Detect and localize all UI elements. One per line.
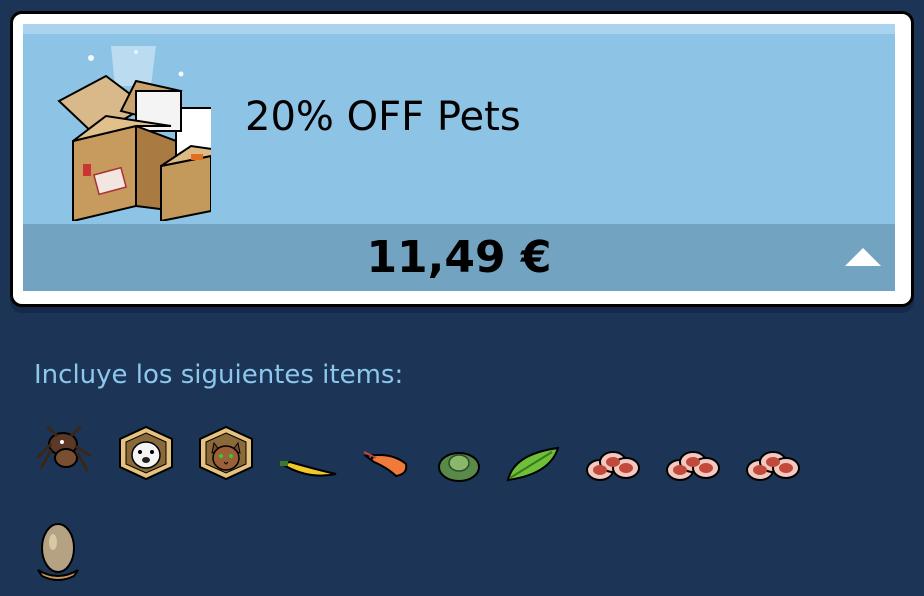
offer-card-face: 20% OFF Pets 11,49 €	[23, 24, 895, 291]
ham-slices-icon[interactable]	[664, 446, 722, 484]
includes-label: Incluye los siguientes items:	[34, 360, 404, 390]
gift-box-icon	[57, 46, 211, 221]
ham-slices-icon[interactable]	[584, 446, 642, 484]
egg-on-hand-icon[interactable]	[34, 518, 82, 582]
shrimp-icon[interactable]	[362, 448, 412, 482]
price-bar: 11,49 €	[23, 224, 895, 291]
cat-pet-box-icon[interactable]	[198, 425, 254, 481]
offer-price: 11,49 €	[366, 232, 552, 283]
cabbage-icon[interactable]	[436, 447, 482, 483]
yellow-chili-pepper-icon[interactable]	[278, 458, 340, 482]
offer-card: 20% OFF Pets 11,49 €	[10, 11, 914, 307]
spider-pet-icon[interactable]	[33, 424, 95, 476]
collapse-chevron-up-icon[interactable]	[843, 244, 883, 270]
card-top-strip	[23, 24, 895, 34]
offer-title: 20% OFF Pets	[245, 94, 521, 140]
green-leaf-icon[interactable]	[504, 444, 562, 484]
polar-bear-pet-box-icon[interactable]	[118, 425, 174, 481]
ham-slices-icon[interactable]	[744, 446, 802, 484]
